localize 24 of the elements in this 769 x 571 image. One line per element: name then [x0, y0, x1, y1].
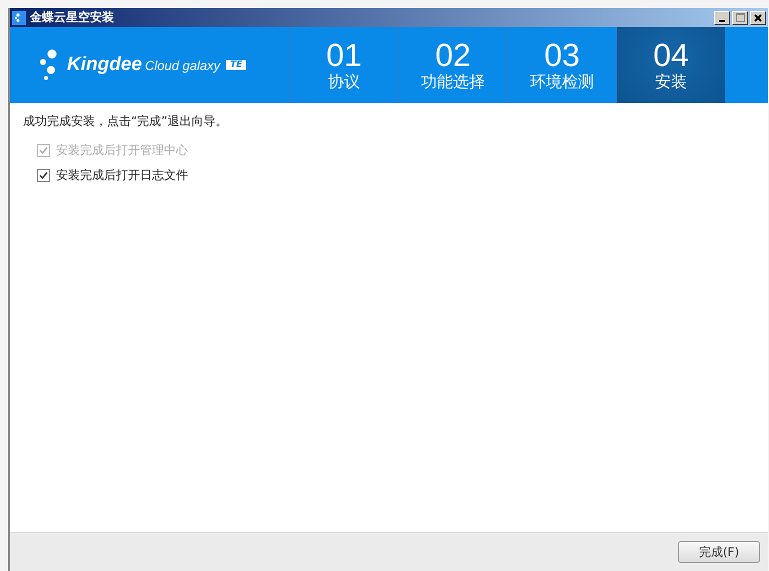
- step-number: 04: [653, 38, 689, 72]
- product-name: Cloud galaxy: [144, 58, 220, 72]
- close-icon: [754, 14, 762, 22]
- window-title: 金蝶云星空安装: [30, 9, 114, 26]
- minimize-icon: [719, 20, 725, 22]
- checkbox[interactable]: [37, 169, 50, 182]
- status-message: 成功完成安装，点击“完成”退出向导。: [23, 113, 228, 130]
- close-button[interactable]: [750, 10, 766, 24]
- step-label: 安装: [655, 72, 687, 92]
- minimize-button[interactable]: [714, 10, 730, 24]
- step-number: 02: [435, 38, 471, 72]
- edition-badge: TE: [226, 60, 246, 70]
- maximize-icon: [736, 13, 744, 22]
- brand-name: Kingdee: [67, 54, 142, 76]
- app-icon: [12, 10, 26, 24]
- checkbox-label: 安装完成后打开日志文件: [56, 167, 188, 184]
- maximize-button[interactable]: [732, 10, 748, 24]
- checkbox-label: 安装完成后打开管理中心: [56, 142, 188, 159]
- step-label: 协议: [328, 72, 360, 92]
- finish-button[interactable]: 完成(F): [678, 541, 760, 563]
- step-number: 01: [326, 38, 362, 72]
- step-label: 功能选择: [421, 72, 485, 92]
- step-label: 环境检测: [530, 72, 594, 92]
- step-number: 03: [544, 38, 580, 72]
